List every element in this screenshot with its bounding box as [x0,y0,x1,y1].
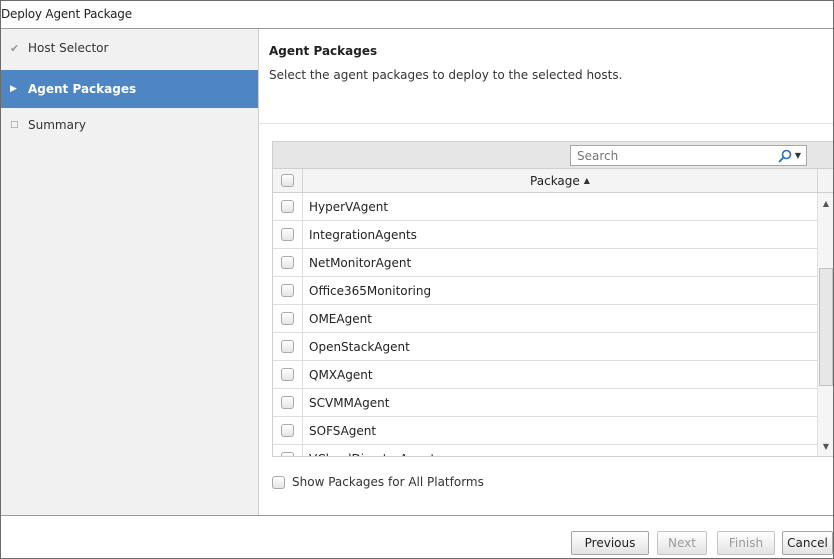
search-input[interactable] [575,146,755,165]
all-platforms-label: Show Packages for All Platforms [292,475,484,489]
magnifier-icon [778,149,792,162]
table-row[interactable]: HyperVAgent [273,193,818,221]
row-checkbox-cell [273,193,303,220]
step-label: Summary [28,118,86,132]
package-name: NetMonitorAgent [309,255,412,270]
step-content: Agent Packages Select the agent packages… [260,29,833,515]
package-name: QMXAgent [309,367,373,382]
triangle-up-icon: ▲ [583,176,590,185]
step-summary[interactable]: □ Summary [1,108,258,142]
wizard-footer: Previous Next Finish Cancel [1,515,833,558]
package-name: SCVMMAgent [309,395,390,410]
package-name: SOFSAgent [309,423,377,438]
cancel-button[interactable]: Cancel [782,531,833,555]
table-row[interactable]: OpenStackAgent [273,333,818,361]
scroll-down-arrow-icon[interactable]: ▼ [818,438,833,454]
chevron-down-icon: ▼ [794,151,801,160]
step-header: Agent Packages Select the agent packages… [260,29,833,124]
row-checkbox-cell [273,417,303,444]
row-checkbox-cell [273,221,303,248]
all-platforms-checkbox[interactable] [272,475,285,489]
grid-rows: HyperVAgent IntegrationAgents NetMonitor… [273,193,818,456]
grid-scrollbar[interactable]: ▲ ▼ [817,193,833,456]
package-name: VCloudDirectorAgent [303,445,435,457]
row-checkbox-cell [273,389,303,416]
header-scroll-spacer [818,169,833,192]
step-agent-packages[interactable]: ▶ Agent Packages [1,70,258,108]
package-name: Office365Monitoring [309,283,432,298]
scroll-up-arrow-icon[interactable]: ▲ [818,195,833,211]
search-button[interactable]: ▼ [762,147,804,164]
grid-body: HyperVAgent IntegrationAgents NetMonitor… [273,193,833,456]
package-name: IntegrationAgents [309,227,417,242]
grid-header: Package ▲ [273,169,833,193]
step-title: Agent Packages [269,44,378,58]
play-triangle-icon: ▶ [10,84,17,94]
row-checkbox[interactable] [281,200,294,213]
table-row[interactable]: SOFSAgent [273,417,818,445]
row-checkbox[interactable] [281,312,294,325]
row-checkbox[interactable] [281,228,294,241]
next-button[interactable]: Next [657,531,707,555]
row-checkbox[interactable] [281,256,294,269]
table-row[interactable]: SCVMMAgent [273,389,818,417]
table-row[interactable]: Office365Monitoring [273,277,818,305]
header-checkbox-cell [273,169,303,192]
search-box: ▼ [570,145,807,166]
column-label: Package [530,173,580,188]
step-label: Host Selector [28,41,109,55]
previous-button[interactable]: Previous [571,531,649,555]
row-checkbox-cell [273,277,303,304]
table-row[interactable]: QMXAgent [273,361,818,389]
package-grid: ▼ Package ▲ HyperVAgent [272,141,833,457]
row-checkbox[interactable] [281,284,294,297]
select-all-checkbox[interactable] [281,174,294,187]
step-host-selector[interactable]: ✔ Host Selector [1,29,258,67]
scrollbar-thumb[interactable] [819,268,833,386]
step-label: Agent Packages [28,82,137,96]
package-name: OMEAgent [309,311,372,326]
window-title: Deploy Agent Package [1,1,833,29]
finish-button[interactable]: Finish [717,531,775,555]
row-checkbox-cell [273,333,303,360]
package-name: HyperVAgent [309,199,389,214]
hollow-square-icon: □ [10,120,19,130]
check-icon: ✔ [10,41,20,55]
step-description: Select the agent packages to deploy to t… [269,68,623,82]
row-checkbox-cell [273,361,303,388]
row-checkbox[interactable] [281,452,294,456]
row-checkbox[interactable] [281,340,294,353]
row-checkbox[interactable] [281,424,294,437]
table-row[interactable]: IntegrationAgents [273,221,818,249]
deploy-agent-package-dialog: Deploy Agent Package ✔ Host Selector ▶ A… [0,0,834,559]
wizard-step-list: ✔ Host Selector ▶ Agent Packages □ Summa… [1,29,259,515]
table-row[interactable]: OMEAgent [273,305,818,333]
row-checkbox-cell [273,249,303,276]
grid-toolbar: ▼ [273,142,833,169]
package-column-header[interactable]: Package ▲ [303,169,818,192]
row-checkbox-cell [273,445,303,456]
row-checkbox-cell [273,305,303,332]
all-platforms-option[interactable]: Show Packages for All Platforms [272,475,484,489]
row-checkbox[interactable] [281,368,294,381]
table-row[interactable]: NetMonitorAgent [273,249,818,277]
table-row[interactable]: VCloudDirectorAgent [273,445,818,456]
row-checkbox[interactable] [281,396,294,409]
package-name: OpenStackAgent [309,339,410,354]
